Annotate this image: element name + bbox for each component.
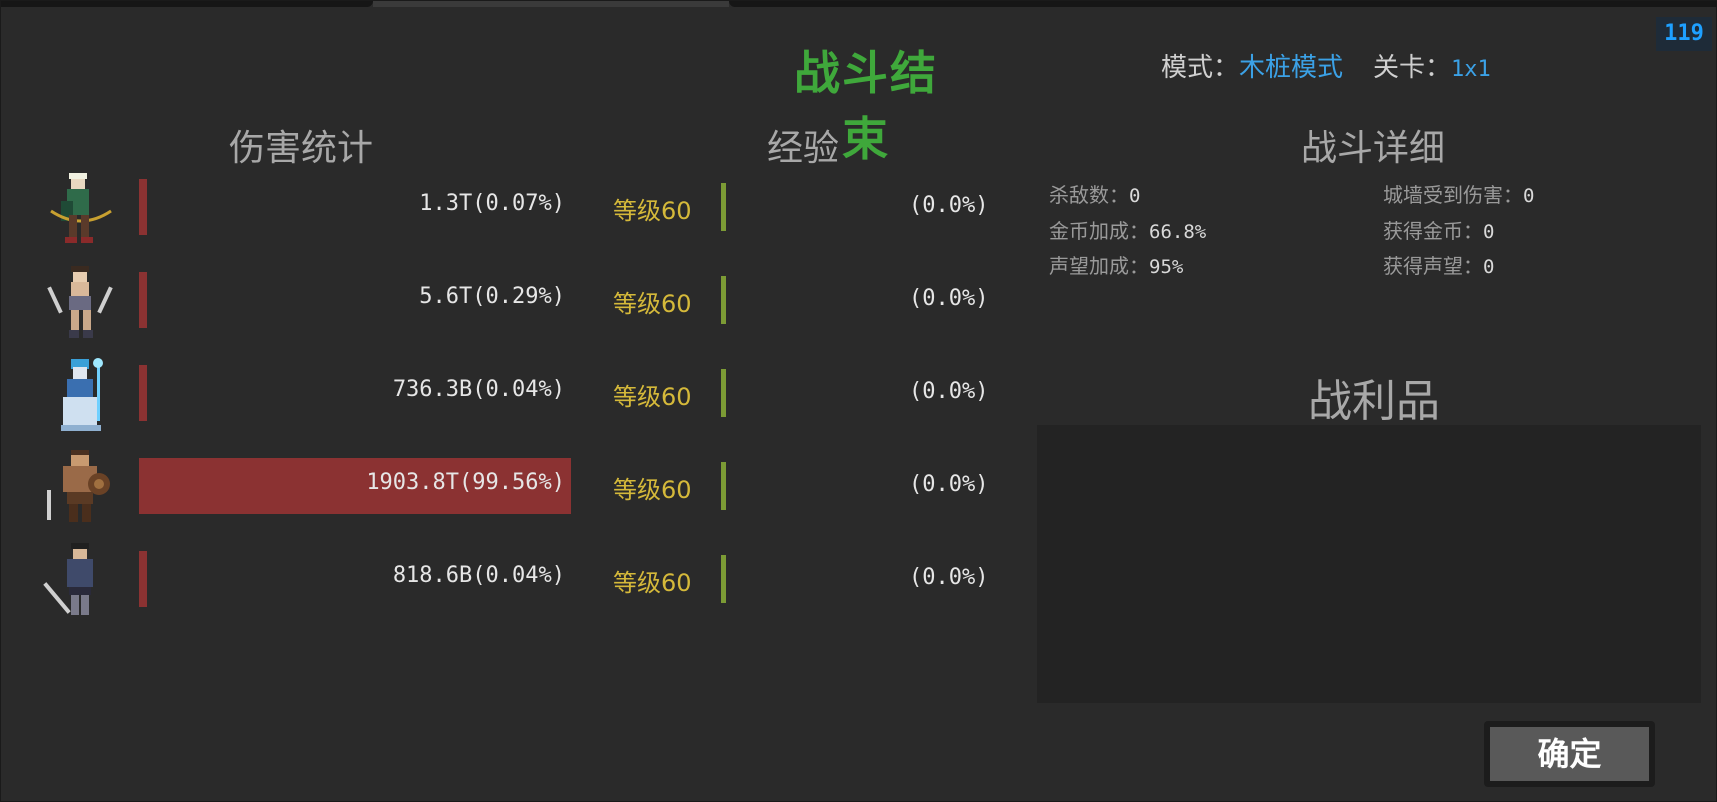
kills-stat: 杀敌数：0 (1049, 179, 1140, 208)
loot-header: 战利品 (1308, 376, 1440, 427)
gold-gain-stat: 获得金币：0 (1383, 215, 1494, 244)
confirm-button-label: 确定 (1490, 727, 1649, 781)
rep-bonus-stat: 声望加成：95% (1049, 250, 1183, 279)
exp-bar (721, 369, 726, 417)
archer-hero-avatar (50, 173, 112, 243)
gold-gain-value: 0 (1483, 221, 1495, 243)
wall-damage-stat: 城墙受到伤害：0 (1383, 179, 1534, 208)
wall-damage-label: 城墙受到伤害： (1383, 183, 1523, 207)
wall-damage-value: 0 (1523, 185, 1535, 207)
hero-level: 等级60 (613, 476, 692, 504)
rep-gain-value: 0 (1483, 256, 1495, 278)
rep-bonus-value: 95% (1149, 256, 1184, 278)
damage-value: 818.6B(0.04%) (392, 563, 565, 588)
damage-bar (139, 551, 147, 607)
damage-value: 1903.8T(99.56%) (366, 470, 565, 495)
hero-level: 等级60 (613, 197, 692, 225)
top-bar-left (1, 1, 373, 7)
kills-value: 0 (1129, 185, 1141, 207)
gold-bonus-value: 66.8% (1149, 221, 1207, 243)
top-bar-right (729, 1, 1717, 7)
kills-label: 杀敌数： (1049, 183, 1129, 207)
stage-label: 关卡： (1373, 53, 1452, 83)
confirm-button[interactable]: 确定 (1484, 721, 1655, 787)
dual-blade-hero-avatar (47, 266, 113, 338)
rep-bonus-label: 声望加成： (1049, 254, 1149, 278)
exp-bar (721, 183, 726, 231)
rep-gain-label: 获得声望： (1383, 254, 1483, 278)
gold-gain-label: 获得金币： (1383, 219, 1483, 243)
damage-bar-track: 5.6T(0.29%) (139, 272, 573, 328)
rep-gain-stat: 获得声望：0 (1383, 250, 1494, 279)
damage-bar-track: 1.3T(0.07%) (139, 179, 573, 235)
gold-bonus-label: 金币加成： (1049, 219, 1149, 243)
damage-stats-header: 伤害统计 (229, 128, 374, 169)
exp-value: (0.0%) (909, 472, 989, 497)
battle-result-panel: 119 战斗结束 模式：木桩模式 关卡：1x1 伤害统计 经验 战斗详细 1.3T… (0, 0, 1717, 802)
damage-value: 1.3T(0.07%) (419, 191, 565, 216)
loot-panel (1037, 425, 1701, 703)
swordsman-hero-avatar (43, 543, 93, 615)
damage-bar-track: 818.6B(0.04%) (139, 551, 573, 607)
mode-info: 模式：木桩模式 关卡：1x1 (1161, 47, 1491, 84)
mode-value: 木桩模式 (1239, 53, 1344, 83)
fps-counter: 119 (1656, 17, 1712, 51)
exp-bar (721, 555, 726, 603)
damage-bar (139, 365, 147, 421)
damage-bar-track: 736.3B(0.04%) (139, 365, 573, 421)
hero-row: 736.3B(0.04%) 等级60 (0.0%) (1, 358, 1001, 431)
mode-label: 模式： (1161, 53, 1240, 83)
exp-bar (721, 276, 726, 324)
exp-header: 经验 (767, 128, 840, 169)
damage-bar (139, 179, 147, 235)
exp-value: (0.0%) (909, 286, 989, 311)
top-bar-tab (373, 1, 729, 7)
barbarian-hero-avatar (47, 450, 110, 522)
battle-detail-header: 战斗详细 (1301, 128, 1446, 169)
damage-bar-track: 1903.8T(99.56%) (139, 458, 573, 514)
exp-value: (0.0%) (909, 193, 989, 218)
exp-value: (0.0%) (909, 565, 989, 590)
damage-value: 736.3B(0.04%) (392, 377, 565, 402)
ice-mage-hero-avatar (61, 358, 103, 431)
exp-value: (0.0%) (909, 379, 989, 404)
damage-value: 5.6T(0.29%) (419, 284, 565, 309)
damage-bar (139, 272, 147, 328)
hero-level: 等级60 (613, 383, 692, 411)
hero-level: 等级60 (613, 569, 692, 597)
hero-row: 1903.8T(99.56%) 等级60 (0.0%) (1, 450, 1001, 522)
gold-bonus-stat: 金币加成：66.8% (1049, 215, 1206, 244)
exp-bar (721, 462, 726, 510)
hero-row: 1.3T(0.07%) 等级60 (0.0%) (1, 173, 1001, 243)
hero-level: 等级60 (613, 290, 692, 318)
hero-row: 5.6T(0.29%) 等级60 (0.0%) (1, 266, 1001, 338)
hero-row: 818.6B(0.04%) 等级60 (0.0%) (1, 543, 1001, 615)
stage-value: 1x1 (1451, 57, 1491, 82)
